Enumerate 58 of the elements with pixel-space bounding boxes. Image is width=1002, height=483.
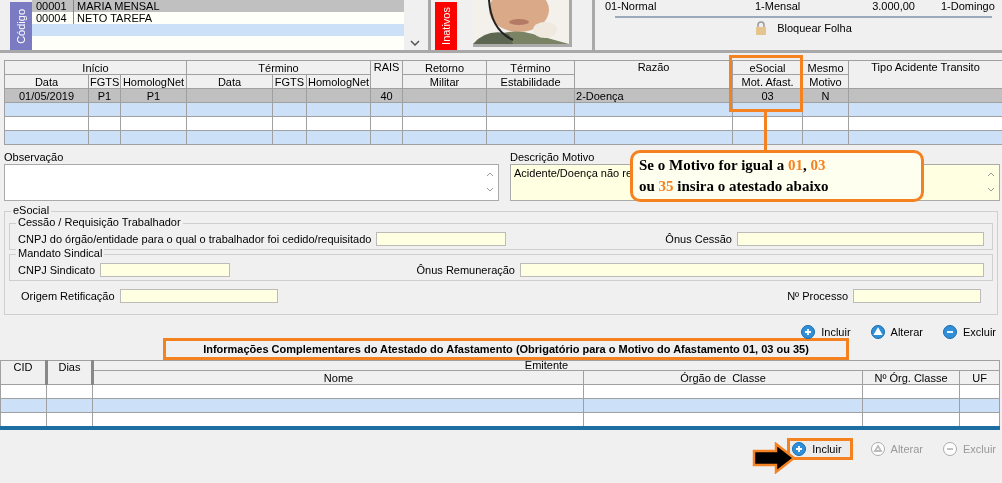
employee-row[interactable]: 00001 MARIA MENSAL (32, 0, 404, 12)
minus-icon (943, 442, 957, 456)
section-title: Informações Complementares do Atestado do Afastamento (Obrigatório para o Motivo do Afastamento 01, 03 ou 35) (163, 338, 849, 360)
column-header: Término (186, 60, 371, 75)
leader-line (764, 110, 767, 152)
input-field[interactable] (520, 263, 984, 277)
column-header: Retorno (402, 60, 487, 75)
contract-value: 3.000,00 (871, 0, 915, 12)
field-label: Ônus Cessão (665, 233, 732, 245)
plus-icon (792, 442, 807, 456)
action-button[interactable]: Alterar (868, 324, 925, 340)
group-title: Mandato Sindical (16, 247, 105, 260)
column-header: Início (4, 60, 187, 75)
code-tab[interactable]: Código (10, 2, 32, 50)
contract-value: 1-Domingo (941, 0, 995, 12)
column-header: Término (486, 60, 575, 75)
table-cell: P1 (97, 89, 112, 102)
column-header: Razão (574, 60, 733, 89)
input-field[interactable] (100, 263, 231, 277)
input-field[interactable] (119, 289, 278, 303)
field-label: Nº Processo (787, 290, 848, 302)
field-label: Ônus Remuneração (416, 264, 515, 276)
action-button[interactable]: Incluir (799, 324, 853, 340)
field-label: CNPJ do órgão/entidade para o qual o trabalhador foi cedido/requisitado (18, 233, 372, 245)
field-label: Observação (4, 151, 65, 164)
lock-icon (755, 21, 768, 35)
action-button[interactable]: Incluir (787, 438, 853, 460)
contract-value: 1-Mensal (755, 0, 802, 12)
scroll-arrows-icon[interactable] (987, 170, 995, 194)
field-label: Descrição Motivo (510, 151, 596, 164)
field-label: CNPJ Sindicato (18, 264, 96, 276)
column-header: CID (0, 360, 47, 385)
table-cell: N (821, 89, 830, 102)
table-cell: 01/05/2019 (18, 89, 75, 102)
column-header: RAIS (370, 60, 403, 89)
callout-tooltip: Se o Motivo for igual a 01, 03 ou 35 insira o atestado abaixo (630, 150, 924, 202)
input-field[interactable] (853, 289, 981, 303)
pointer-arrow (752, 442, 796, 474)
table-cell: 03 (761, 89, 774, 102)
contract-value: 01-Normal (605, 0, 658, 12)
input-field[interactable] (737, 232, 984, 246)
column-header: Emitente (92, 360, 1000, 371)
column-header: Dias (46, 360, 93, 385)
minus-icon (943, 325, 957, 339)
plus-icon (801, 325, 816, 339)
table-cell: P1 (146, 89, 161, 102)
observation-field[interactable] (4, 164, 499, 201)
scroll-down-icon[interactable] (410, 40, 420, 46)
lock-payroll-button[interactable]: Bloquear Folha (755, 21, 852, 35)
action-button[interactable]: Excluir (941, 324, 998, 340)
scroll-arrows-icon[interactable] (486, 170, 494, 194)
field-label: Origem Retificação (21, 290, 115, 302)
table-cell: 40 (380, 89, 393, 102)
column-header: Mesmo (802, 60, 849, 75)
table-cell: 2-Doença (576, 89, 624, 102)
column-header: Tipo Acidente Transito (848, 60, 1002, 89)
input-field[interactable] (376, 232, 507, 246)
group-title: Cessão / Requisição Trabalhador (16, 216, 183, 229)
